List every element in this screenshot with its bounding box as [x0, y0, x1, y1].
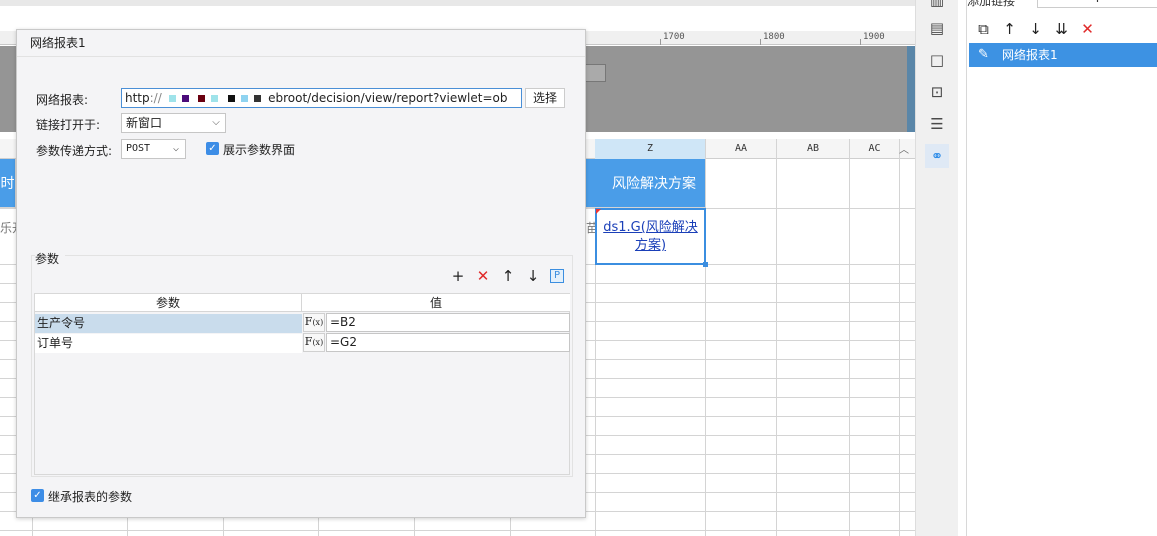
- formula-button[interactable]: F(x): [303, 333, 325, 352]
- frame-icon[interactable]: □: [925, 48, 949, 72]
- method-select[interactable]: POST ⌵: [121, 139, 186, 159]
- param-name: 订单号: [37, 336, 74, 350]
- choose-button[interactable]: 选择: [525, 88, 565, 108]
- ruler-label: 1700: [663, 32, 685, 42]
- ruler-label: 1800: [763, 32, 785, 42]
- param-value-input[interactable]: =G2: [326, 333, 570, 352]
- grid-line: [0, 530, 915, 531]
- cell-marker: [596, 209, 601, 214]
- fx-sub: (x): [312, 338, 324, 347]
- chevron-down-icon: ⌵: [172, 143, 180, 154]
- grid-line: [899, 159, 900, 536]
- param-name: 生产令号: [37, 316, 86, 330]
- ruler-label: 1900: [863, 32, 885, 42]
- url-prefix: http: [125, 91, 150, 105]
- url-suffix: ebroot/decision/view/report?viewlet=ob: [268, 91, 508, 105]
- fill-handle[interactable]: [703, 262, 708, 267]
- table-icon[interactable]: ▥: [925, 0, 949, 12]
- table-row[interactable]: 订单号: [35, 334, 302, 353]
- open-in-select[interactable]: 新窗口 ⌵: [121, 113, 226, 133]
- chevron-down-icon: ⌵: [212, 117, 220, 128]
- hyperlink-cell[interactable]: ds1.G(风险解决方案): [595, 208, 708, 267]
- grid-line: [776, 159, 777, 536]
- link-list: ✎ 网络报表1: [969, 43, 1157, 67]
- column-header-ab[interactable]: AB: [777, 139, 850, 159]
- copy-icon[interactable]: ⧉: [975, 20, 992, 38]
- url-input[interactable]: http:// ebroot/decision/view/report?view…: [121, 88, 522, 108]
- list-item-label: 网络报表1: [1002, 48, 1058, 62]
- show-params-label: 展示参数界面: [223, 143, 296, 157]
- vertical-scrollbar[interactable]: [907, 46, 915, 132]
- hyperlink-cell-text: ds1.G(风险解决方案): [603, 220, 698, 253]
- hyperlink-panel: 添加链接 + ⧉ ↑ ↓ ⇊ ✕ ✎ 网络报表1: [966, 0, 1157, 536]
- url-label: 网络报表:: [36, 93, 89, 107]
- grid-line: [849, 159, 850, 536]
- header-cell-left-text: 时: [0, 176, 15, 192]
- add-icon[interactable]: +: [450, 267, 466, 285]
- inherit-params-label: 继承报表的参数: [48, 490, 133, 504]
- column-header-ac[interactable]: AC: [850, 139, 900, 159]
- open-in-label: 链接打开于:: [36, 118, 101, 132]
- ruler-tick: [660, 39, 661, 45]
- ruler-tick: [760, 39, 761, 45]
- hyperlink-dialog: 网络报表1 网络报表: http:// ebroot/decision/view…: [16, 29, 586, 518]
- param-value-input[interactable]: =B2: [326, 313, 570, 332]
- pencil-icon: ✎: [978, 47, 989, 62]
- delete-icon[interactable]: ✕: [1079, 20, 1096, 38]
- move-up-icon[interactable]: ↑: [1001, 20, 1018, 38]
- column-header-aa[interactable]: AA: [706, 139, 777, 159]
- cell-icon[interactable]: ☰: [925, 112, 949, 136]
- header-cell-z[interactable]: 风险解决方案: [586, 159, 706, 208]
- report-icon[interactable]: ▤: [925, 16, 949, 40]
- move-down-icon[interactable]: ↓: [525, 267, 541, 285]
- inherit-params-checkbox[interactable]: ✓: [31, 489, 44, 502]
- params-table: 参数 值 生产令号 F(x) =B2 订单号 F(x) =G2: [34, 293, 570, 475]
- header-cell-left[interactable]: 时: [0, 159, 16, 208]
- scroll-up-icon[interactable]: ︿: [899, 141, 909, 156]
- add-link-dropdown[interactable]: +: [1037, 0, 1157, 8]
- method-value: POST: [126, 143, 151, 154]
- move-up-icon[interactable]: ↑: [500, 267, 516, 285]
- show-params-checkbox[interactable]: ✓: [206, 142, 219, 155]
- delete-icon[interactable]: ✕: [475, 267, 491, 285]
- move-down-icon[interactable]: ↓: [1027, 20, 1044, 38]
- list-item[interactable]: ✎ 网络报表1: [969, 43, 1157, 67]
- params-section-title: 参数: [35, 250, 66, 267]
- param-p-icon[interactable]: P: [550, 269, 564, 283]
- formula-button[interactable]: F(x): [303, 313, 325, 332]
- vertical-toolbar: ▥ ▤ □ ⊡ ☰ ⚭: [915, 0, 958, 536]
- link-icon[interactable]: ⚭: [925, 144, 949, 168]
- table-row[interactable]: 生产令号: [35, 314, 302, 333]
- scroll-handle[interactable]: [585, 64, 606, 82]
- link-toolbar: ⧉ ↑ ↓ ⇊ ✕: [975, 19, 1096, 39]
- open-in-value: 新窗口: [126, 116, 163, 130]
- top-strip: [0, 0, 915, 6]
- column-header-value: 值: [302, 294, 570, 312]
- params-toolbar: + ✕ ↑ ↓ P: [450, 267, 564, 285]
- sort-icon[interactable]: ⇊: [1053, 20, 1070, 38]
- method-label: 参数传递方式:: [36, 144, 113, 158]
- widget-icon[interactable]: ⊡: [925, 80, 949, 104]
- column-header-param: 参数: [35, 294, 302, 312]
- fx-sub: (x): [312, 318, 324, 327]
- column-header-z[interactable]: Z: [595, 139, 706, 159]
- panel-title: 添加链接: [967, 0, 1016, 8]
- dialog-title: 网络报表1: [17, 30, 585, 57]
- ruler-tick: [860, 39, 861, 45]
- header-cell-z-text: 风险解决方案: [612, 176, 696, 192]
